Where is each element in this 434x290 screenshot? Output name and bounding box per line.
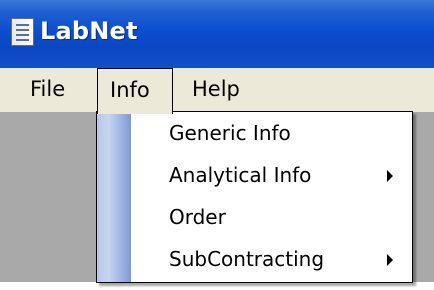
menu-item-label: Analytical Info — [169, 163, 312, 187]
menu-help[interactable]: Help — [192, 68, 240, 112]
menu-icon-gutter — [97, 112, 131, 282]
info-dropdown-menu: Generic Info Analytical Info Order SubCo… — [96, 111, 413, 283]
app-window: LabNet File Info Help Generic Info Analy… — [0, 0, 434, 290]
menu-item-label: Generic Info — [169, 121, 291, 145]
menu-item-order[interactable]: Order — [131, 196, 412, 238]
submenu-arrow-icon — [387, 254, 393, 266]
menu-bar: File Info Help — [0, 68, 434, 114]
menu-item-analytical-info[interactable]: Analytical Info — [131, 154, 412, 196]
window-bottom-edge — [0, 282, 434, 290]
menu-file[interactable]: File — [30, 68, 65, 112]
menu-item-label: Order — [169, 205, 226, 229]
title-bar[interactable]: LabNet — [0, 0, 434, 68]
menu-item-subcontracting[interactable]: SubContracting — [131, 238, 412, 280]
notepad-icon[interactable] — [11, 18, 34, 46]
menu-info[interactable]: Info — [97, 68, 173, 114]
submenu-arrow-icon — [387, 170, 393, 182]
window-title: LabNet — [40, 17, 138, 45]
menu-item-generic-info[interactable]: Generic Info — [131, 112, 412, 154]
menu-item-label: SubContracting — [169, 247, 325, 271]
